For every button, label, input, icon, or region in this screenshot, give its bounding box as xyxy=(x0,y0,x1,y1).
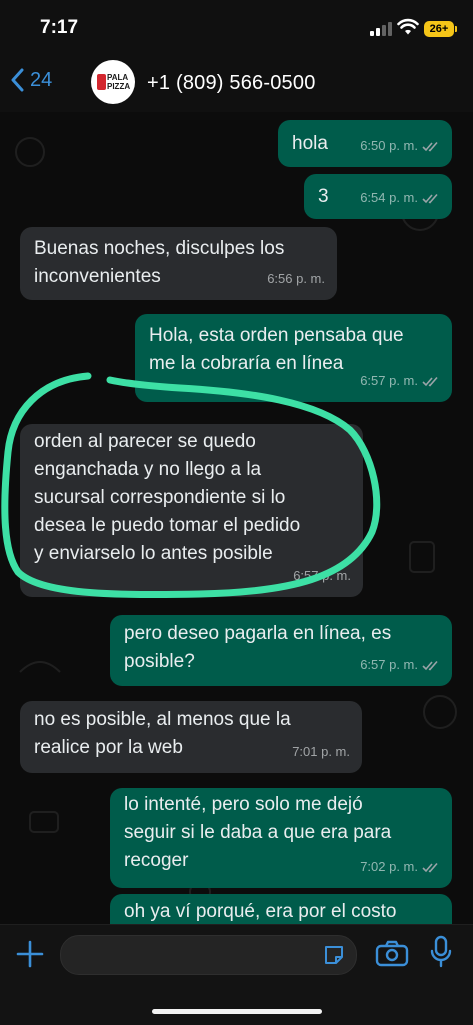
message-meta: 7:02 p. m. xyxy=(360,853,440,881)
message-time: 6:57 p. m. xyxy=(360,373,418,388)
message-time: 7:01 p. m. xyxy=(292,744,350,759)
message-bubble-outgoing[interactable]: hola 6:50 p. m. xyxy=(278,120,452,167)
message-text: no es posible, al menos que la realice p… xyxy=(34,709,291,758)
contact-name[interactable]: +1 (809) 566-0500 xyxy=(147,72,316,95)
message-time: 6:54 p. m. xyxy=(360,190,418,205)
chat-area[interactable]: hola 6:50 p. m. 3 6:54 p. m. Buenas noch… xyxy=(0,112,473,924)
double-check-icon xyxy=(422,193,438,203)
sticker-icon[interactable] xyxy=(322,943,346,967)
message-bubble-outgoing[interactable]: oh ya ví porqué, era por el costo xyxy=(110,894,452,924)
home-indicator xyxy=(152,1009,322,1014)
message-bubble-outgoing[interactable]: pero deseo pagarla en línea, es posible?… xyxy=(110,615,452,686)
message-text: oh ya ví porqué, era por el costo xyxy=(124,901,397,922)
message-meta: 6:56 p. m. xyxy=(267,265,325,293)
wifi-icon xyxy=(397,18,419,35)
plus-icon[interactable] xyxy=(15,939,45,969)
avatar-logo-text: PALA xyxy=(107,73,129,82)
message-text: 3 xyxy=(318,186,329,207)
message-input[interactable] xyxy=(60,935,357,975)
avatar-logo-mark xyxy=(97,74,106,90)
avatar-logo-text: PIZZA xyxy=(107,82,131,91)
message-bubble-incoming[interactable]: orden al parecer se quedo enganchada y n… xyxy=(20,424,363,597)
message-meta: 7:01 p. m. xyxy=(292,738,350,766)
double-check-icon xyxy=(422,862,438,872)
status-time: 7:17 xyxy=(40,17,79,38)
double-check-icon xyxy=(422,141,438,151)
status-bar: 7:17 26+ xyxy=(0,0,473,54)
input-bar xyxy=(0,924,473,1025)
message-time: 6:57 p. m. xyxy=(360,657,418,672)
message-meta: 6:50 p. m. xyxy=(360,132,440,160)
message-meta: 6:57 p. m. xyxy=(360,651,440,679)
message-meta: 6:54 p. m. xyxy=(360,184,440,212)
signal-icon xyxy=(370,22,392,36)
mic-icon[interactable] xyxy=(430,935,452,969)
unread-count: 24 xyxy=(30,68,53,91)
message-text: lo intenté, pero solo me dejó seguir si … xyxy=(124,794,392,871)
message-meta: 6:57 p. m. xyxy=(360,367,440,395)
message-time: 7:02 p. m. xyxy=(360,859,418,874)
chat-header: 24 PALA PIZZA +1 (809) 566-0500 xyxy=(0,54,473,113)
message-text: hola xyxy=(292,133,328,154)
message-time: 6:50 p. m. xyxy=(360,138,418,153)
message-bubble-outgoing[interactable]: 3 6:54 p. m. xyxy=(304,174,452,219)
message-text: pero deseo pagarla en línea, es posible? xyxy=(124,623,392,672)
message-bubble-outgoing[interactable]: lo intenté, pero solo me dejó seguir si … xyxy=(110,788,452,888)
battery-icon: 26+ xyxy=(424,21,457,37)
back-chevron-icon xyxy=(11,68,24,92)
avatar[interactable]: PALA PIZZA xyxy=(91,60,135,104)
message-bubble-outgoing[interactable]: Hola, esta orden pensaba que me la cobra… xyxy=(135,314,452,402)
message-bubble-incoming[interactable]: no es posible, al menos que la realice p… xyxy=(20,701,362,773)
message-text: Buenas noches, disculpes los inconvenien… xyxy=(34,238,285,287)
message-bubble-incoming[interactable]: Buenas noches, disculpes los inconvenien… xyxy=(20,227,337,300)
message-time: 6:57 p. m. xyxy=(293,568,351,583)
message-text: orden al parecer se quedo enganchada y n… xyxy=(34,431,301,564)
back-button[interactable]: 24 xyxy=(10,68,52,92)
double-check-icon xyxy=(422,660,438,670)
double-check-icon xyxy=(422,376,438,386)
camera-icon[interactable] xyxy=(375,939,409,967)
message-meta: 6:57 p. m. xyxy=(293,562,351,590)
message-time: 6:56 p. m. xyxy=(267,271,325,286)
